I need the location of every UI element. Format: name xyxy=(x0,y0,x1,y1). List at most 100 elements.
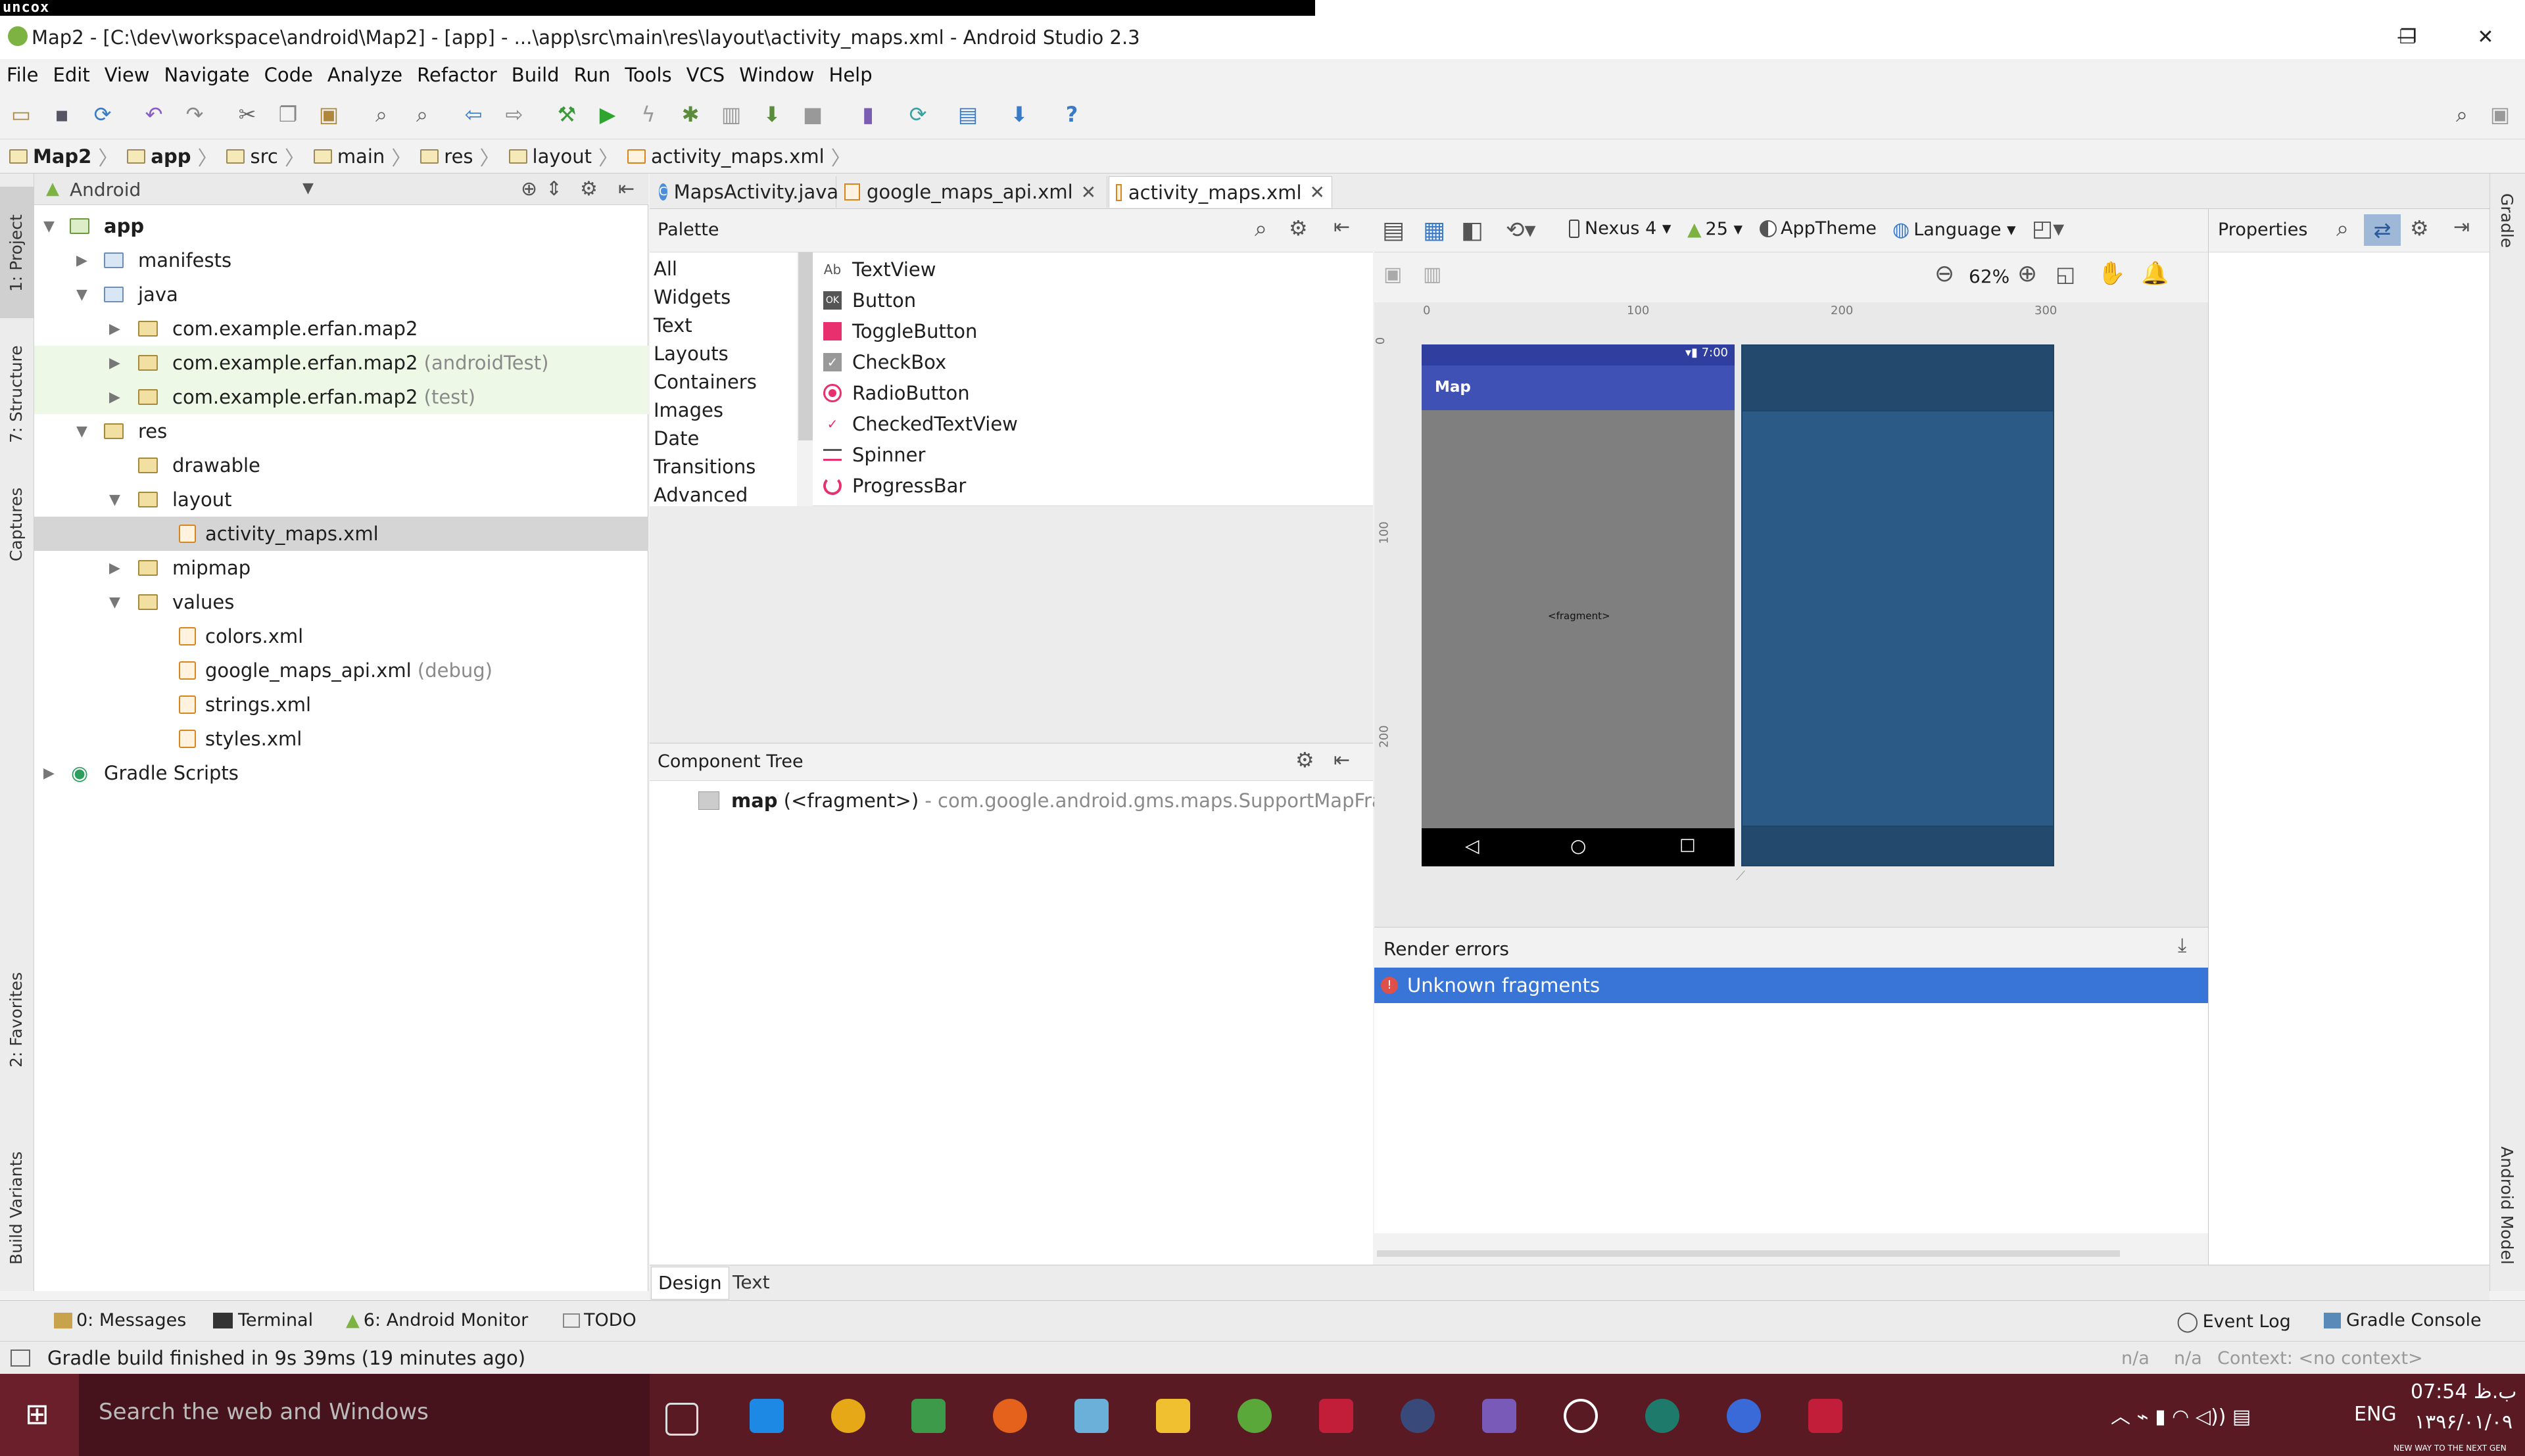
tab-text[interactable]: Text xyxy=(727,1267,775,1298)
resize-handle-icon[interactable]: ⟋ xyxy=(1736,868,1745,883)
collapsed-arrow-icon[interactable]: ▶ xyxy=(109,560,120,576)
menu-tools[interactable]: Tools xyxy=(625,64,671,86)
avd-manager-icon[interactable]: ▮ xyxy=(855,101,881,128)
app-blue-globe-icon[interactable] xyxy=(1727,1399,1761,1433)
forward-icon[interactable]: ⇨ xyxy=(501,101,527,128)
palette-item-checkbox[interactable]: ✓ CheckBox xyxy=(823,348,946,377)
layout-variants-icon[interactable]: ◰▾ xyxy=(2032,216,2064,242)
edge-icon[interactable] xyxy=(750,1399,784,1433)
palette-item-checkedtextview[interactable]: ✓ CheckedTextView xyxy=(823,410,1018,438)
project-tool-tab[interactable]: 1: Project xyxy=(7,214,26,292)
component-tree-node-map[interactable]: map (<fragment>) - com.google.android.gm… xyxy=(698,786,1438,815)
palette-hide-icon[interactable]: ⇤ xyxy=(1334,216,1350,239)
zoom-to-fit-icon[interactable]: ◱ xyxy=(2056,262,2075,287)
search-everywhere-icon[interactable]: ⌕ xyxy=(2449,101,2475,128)
both-modes-icon[interactable]: ◧ xyxy=(1461,217,1483,244)
palette-category-date[interactable]: Date xyxy=(654,427,699,450)
clock-date[interactable]: ۱۳۹۶/۰۱/۰۹ xyxy=(2415,1411,2513,1434)
make-project-icon[interactable]: ⚒ xyxy=(554,101,580,128)
gradle-console-tool-button[interactable]: Gradle Console xyxy=(2324,1310,2482,1330)
palette-search-icon[interactable]: ⌕ xyxy=(1255,216,1267,242)
project-structure-icon[interactable]: ▤ xyxy=(955,101,981,128)
expanded-arrow-icon[interactable]: ▼ xyxy=(109,492,120,508)
replace-icon[interactable]: ⌕ xyxy=(409,101,435,128)
todo-tool-button[interactable]: TODO xyxy=(563,1310,637,1330)
cut-icon[interactable]: ✂ xyxy=(234,101,260,128)
status-message[interactable]: Gradle build finished in 9s 39ms (19 min… xyxy=(47,1347,525,1369)
palette-category-widgets[interactable]: Widgets xyxy=(654,286,731,308)
collapsed-arrow-icon[interactable]: ▶ xyxy=(43,765,55,782)
palette-item-progressbar[interactable]: ProgressBar xyxy=(823,471,966,500)
collapsed-arrow-icon[interactable]: ▶ xyxy=(109,389,120,406)
menu-view[interactable]: View xyxy=(105,64,150,86)
task-view-icon[interactable] xyxy=(665,1403,698,1436)
palette-category-transitions[interactable]: Transitions xyxy=(654,456,756,478)
view-dropdown-arrow-icon[interactable]: ▼ xyxy=(302,180,314,197)
open-folder-icon[interactable]: ▭ xyxy=(8,101,34,128)
palette-category-advanced[interactable]: Advanced xyxy=(654,484,748,506)
tree-item-layout[interactable]: ▼ layout xyxy=(34,482,648,517)
guidelines-icon[interactable]: ▥ xyxy=(1423,263,1441,286)
android-model-tool-tab[interactable]: Android Model xyxy=(2497,1146,2516,1265)
design-mode-icon[interactable]: ▤ xyxy=(1382,217,1405,244)
sync-icon[interactable]: ⟳ xyxy=(89,101,116,128)
palette-item-button[interactable]: OK Button xyxy=(823,286,916,315)
build-variants-tool-tab[interactable]: Build Variants xyxy=(7,1152,26,1265)
messages-tool-button[interactable]: 0: Messages xyxy=(54,1310,186,1330)
menu-window[interactable]: Window xyxy=(739,64,814,86)
horizontal-scrollbar[interactable] xyxy=(1377,1250,2120,1257)
palette-category-images[interactable]: Images xyxy=(654,399,723,421)
tray-icons[interactable]: ︿ ⌁ ▮ ◠ ◁)) ▤ xyxy=(2111,1400,2251,1429)
visual-studio-icon[interactable] xyxy=(1482,1399,1516,1433)
close-tab-icon[interactable]: ✕ xyxy=(1310,181,1325,203)
menu-help[interactable]: Help xyxy=(829,64,873,86)
firefox-icon[interactable] xyxy=(993,1399,1027,1433)
tree-item-package-test[interactable]: ▶ com.example.erfan.map2 (test) xyxy=(34,380,648,414)
tree-item-styles[interactable]: styles.xml xyxy=(34,722,648,756)
tree-item-gradle-scripts[interactable]: ▶ ◉ Gradle Scripts xyxy=(34,756,648,790)
palette-scrollbar[interactable] xyxy=(798,252,813,440)
menu-edit[interactable]: Edit xyxy=(53,64,90,86)
copy-icon[interactable]: ❐ xyxy=(275,101,301,128)
settings-gear-icon[interactable]: ⚙ xyxy=(580,177,598,200)
palette-item-textview[interactable]: Ab TextView xyxy=(823,255,936,284)
attach-debugger-icon[interactable]: ⬇ xyxy=(759,101,785,128)
api-selector[interactable]: ▲ 25 ▾ xyxy=(1687,218,1743,240)
tree-item-manifests[interactable]: ▶ manifests xyxy=(34,243,648,277)
palette-item-togglebutton[interactable]: ToggleButton xyxy=(823,317,977,346)
app-red-1-icon[interactable] xyxy=(1319,1399,1353,1433)
zoom-out-icon[interactable]: ⊖ xyxy=(1935,260,1954,287)
tree-item-activity-maps-selected[interactable]: activity_maps.xml xyxy=(34,517,648,551)
file-explorer-icon[interactable] xyxy=(1156,1399,1190,1433)
expanded-arrow-icon[interactable]: ▼ xyxy=(76,287,87,303)
language-indicator[interactable]: ENG xyxy=(2354,1403,2397,1426)
debug-icon[interactable]: ✱ xyxy=(677,101,704,128)
tab-google-maps-api[interactable]: google_maps_api.xml ✕ xyxy=(838,176,1107,208)
tree-item-package-main[interactable]: ▶ com.example.erfan.map2 xyxy=(34,312,648,346)
collapsed-arrow-icon[interactable]: ▶ xyxy=(76,252,87,269)
breadcrumb-activity-maps[interactable]: activity_maps.xml 〉 xyxy=(627,142,851,171)
component-tree-settings-icon[interactable]: ⚙ xyxy=(1295,747,1314,772)
breadcrumb-app[interactable]: app 〉 xyxy=(127,142,217,171)
language-selector[interactable]: ◍ Language ▾ xyxy=(1892,218,2016,241)
palette-item-radiobutton[interactable]: RadioButton xyxy=(823,379,970,408)
breadcrumb-res[interactable]: res 〉 xyxy=(420,142,500,171)
hide-panel-icon[interactable]: ⇤ xyxy=(618,177,635,200)
notifications-bell-icon[interactable]: 🔔 xyxy=(2141,260,2169,287)
menu-navigate[interactable]: Navigate xyxy=(164,64,250,86)
stop-icon[interactable]: ■ xyxy=(800,101,826,128)
collapse-all-icon[interactable]: ⇕ xyxy=(546,177,562,200)
zoom-in-icon[interactable]: ⊕ xyxy=(2017,260,2037,287)
palette-category-all[interactable]: All xyxy=(654,258,677,280)
menu-refactor[interactable]: Refactor xyxy=(417,64,497,86)
properties-hide-icon[interactable]: ⇥ xyxy=(2453,216,2470,239)
favorites-tool-tab[interactable]: 2: Favorites xyxy=(7,972,26,1068)
captures-tool-tab[interactable]: Captures xyxy=(7,488,26,561)
menu-vcs[interactable]: VCS xyxy=(686,64,725,86)
tree-item-colors[interactable]: colors.xml xyxy=(34,619,648,653)
blueprint-preview[interactable] xyxy=(1741,344,2054,866)
app-red-2-icon[interactable] xyxy=(1808,1399,1842,1433)
find-icon[interactable]: ⌕ xyxy=(368,101,395,128)
breadcrumb-map2[interactable]: Map2 〉 xyxy=(9,142,118,171)
tree-item-drawable[interactable]: drawable xyxy=(34,448,648,482)
